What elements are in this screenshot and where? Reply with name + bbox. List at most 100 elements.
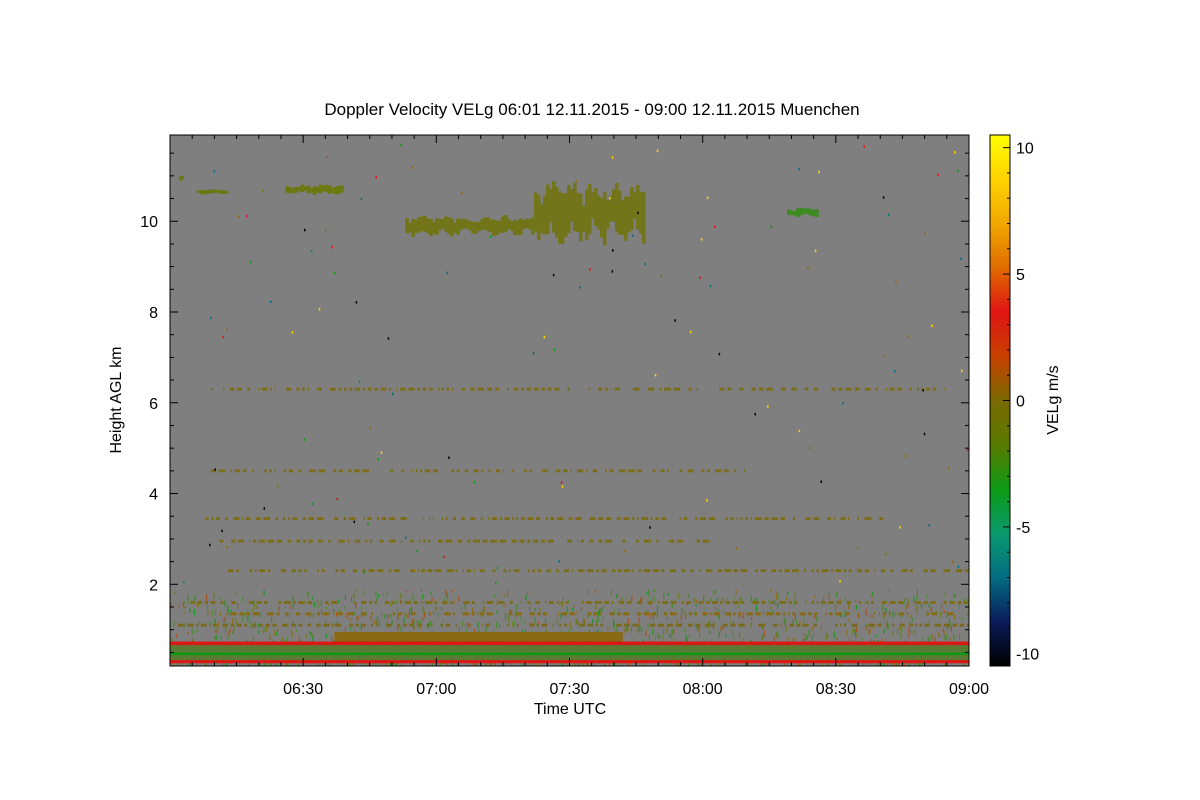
echo-pixel xyxy=(263,627,265,632)
echo-pixel xyxy=(576,619,578,626)
echo-segment xyxy=(924,623,930,627)
echo-pixel xyxy=(852,628,854,635)
echo-segment xyxy=(274,387,276,391)
echo-pixel xyxy=(648,634,650,641)
echo-pixel xyxy=(400,144,402,147)
echo-segment xyxy=(431,623,433,627)
echo-segment xyxy=(614,387,620,391)
echo-pixel xyxy=(717,608,719,613)
echo-segment xyxy=(486,600,493,604)
echo-segment xyxy=(197,600,202,604)
echo-pixel xyxy=(207,611,209,616)
echo-pixel xyxy=(798,167,800,171)
echo-segment xyxy=(349,387,353,391)
echo-segment xyxy=(563,469,568,473)
echo-segment xyxy=(643,569,651,573)
echo-pixel xyxy=(882,354,885,358)
echo-pixel xyxy=(680,607,683,615)
echo-segment xyxy=(529,469,532,473)
echo-segment xyxy=(580,623,585,627)
echo-segment xyxy=(727,387,732,391)
echo-pixel xyxy=(498,624,501,628)
echo-pixel xyxy=(353,520,356,524)
colorbar-tick-label: -10 xyxy=(1016,646,1039,663)
echo-segment xyxy=(840,517,846,520)
echo-pixel xyxy=(187,597,189,604)
echo-pixel xyxy=(762,611,764,616)
echo-pixel xyxy=(777,595,780,599)
echo-pixel xyxy=(644,262,646,266)
echo-segment xyxy=(226,612,228,616)
echo-pixel xyxy=(926,594,928,599)
echo-pixel xyxy=(210,620,212,625)
echo-pixel xyxy=(738,631,741,639)
echo-pixel xyxy=(387,613,389,620)
echo-segment xyxy=(392,612,396,616)
echo-pixel xyxy=(512,621,514,627)
echo-pixel xyxy=(273,629,275,636)
echo-pixel xyxy=(247,609,249,612)
echo-pixel xyxy=(349,617,351,621)
echo-pixel xyxy=(656,605,659,613)
echo-segment xyxy=(492,569,496,573)
echo-segment xyxy=(374,600,377,604)
echo-pixel xyxy=(305,634,308,638)
echo-segment xyxy=(910,623,913,627)
echo-segment xyxy=(881,600,887,604)
echo-segment xyxy=(423,539,426,543)
echo-segment xyxy=(362,469,370,473)
echo-pixel xyxy=(908,625,910,632)
echo-segment xyxy=(398,612,402,616)
echo-segment xyxy=(376,517,380,520)
echo-pixel xyxy=(573,605,575,608)
echo-segment xyxy=(396,387,398,391)
echo-segment xyxy=(943,623,950,627)
echo-pixel xyxy=(777,631,779,639)
echo-segment xyxy=(617,612,621,616)
echo-segment xyxy=(780,387,786,391)
echo-pixel xyxy=(330,636,333,640)
echo-pixel xyxy=(868,629,870,635)
echo-segment xyxy=(464,469,469,473)
echo-pixel xyxy=(941,603,943,610)
echo-pixel xyxy=(376,597,378,602)
echo-segment xyxy=(348,517,356,520)
echo-segment xyxy=(363,517,365,520)
echo-segment xyxy=(623,569,630,573)
echo-segment xyxy=(388,517,395,520)
echo-pixel xyxy=(325,228,327,232)
echo-segment xyxy=(586,469,588,473)
echo-segment xyxy=(831,569,833,573)
echo-pixel xyxy=(905,606,907,610)
echo-segment xyxy=(490,539,498,543)
echo-segment xyxy=(429,517,431,520)
echo-pixel xyxy=(649,526,651,529)
echo-pixel xyxy=(611,156,614,159)
echo-pixel xyxy=(882,196,885,199)
echo-segment xyxy=(283,517,286,520)
echo-segment xyxy=(417,569,419,573)
echo-pixel xyxy=(653,589,655,593)
echo-segment xyxy=(635,539,639,543)
echo-segment xyxy=(851,623,858,627)
echo-pixel xyxy=(298,636,300,642)
echo-pixel xyxy=(252,635,254,643)
echo-segment xyxy=(552,623,554,627)
echo-segment xyxy=(298,623,303,627)
echo-segment xyxy=(210,600,216,604)
echo-pixel xyxy=(647,623,649,629)
echo-pixel xyxy=(495,621,498,629)
echo-segment xyxy=(650,517,653,520)
echo-segment xyxy=(740,569,748,573)
echo-segment xyxy=(643,612,650,616)
echo-pixel xyxy=(224,601,226,606)
echo-segment xyxy=(377,569,384,573)
echo-segment xyxy=(766,612,773,616)
echo-pixel xyxy=(713,225,716,229)
echo-segment xyxy=(717,569,722,573)
echo-pixel xyxy=(855,600,857,603)
echo-segment xyxy=(264,469,267,473)
echo-segment xyxy=(494,387,499,391)
echo-segment xyxy=(481,469,484,473)
x-tick-label: 08:00 xyxy=(683,681,723,698)
